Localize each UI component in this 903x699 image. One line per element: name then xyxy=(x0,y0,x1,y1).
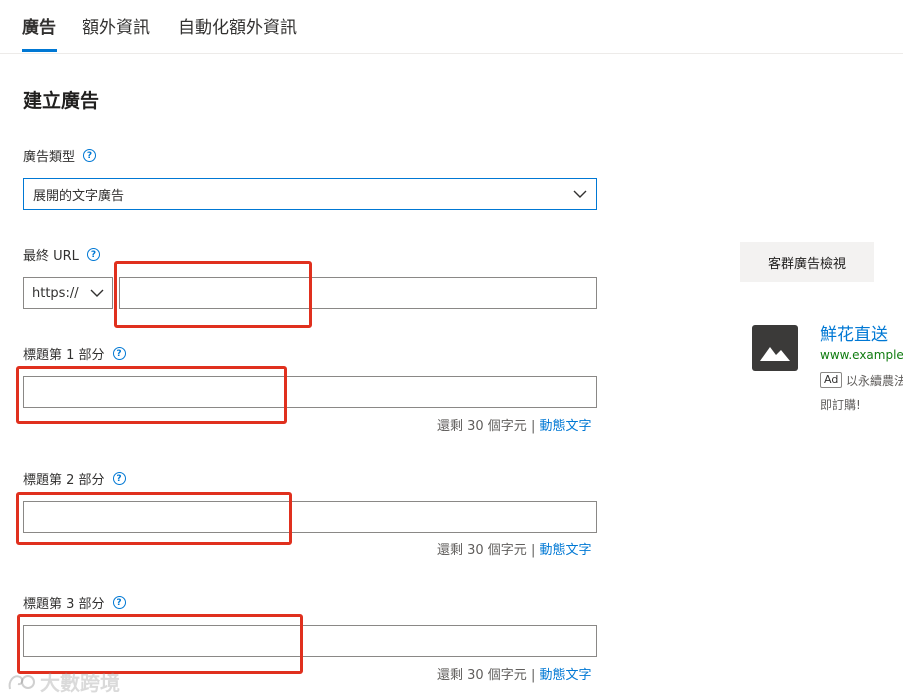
headline1-counter: 還剩 30 個字元 | 動態文字 xyxy=(437,415,592,434)
headline3-counter: 還剩 30 個字元 | 動態文字 xyxy=(437,664,592,683)
final-url-label: 最終 URL ? xyxy=(23,245,100,264)
headline1-label: 標題第 1 部分 ? xyxy=(23,344,126,363)
headline1-dynamic-text-link[interactable]: 動態文字 xyxy=(539,419,591,434)
tab-automated-extensions[interactable]: 自動化額外資訊 xyxy=(178,13,297,38)
headline3-remaining: 還剩 30 個字元 xyxy=(437,668,527,683)
headline1-remaining: 還剩 30 個字元 xyxy=(437,419,527,434)
headline2-remaining: 還剩 30 個字元 xyxy=(437,543,527,558)
question-circle-icon[interactable]: ? xyxy=(83,149,97,162)
ad-type-selected-value: 展開的文字廣告 xyxy=(33,188,125,204)
active-tab-indicator xyxy=(22,49,57,52)
ad-preview-url: www.example. xyxy=(820,348,903,362)
headline2-label-text: 標題第 2 部分 xyxy=(23,473,105,488)
headline2-input[interactable] xyxy=(23,501,597,533)
counter-separator: | xyxy=(530,668,536,683)
url-protocol-value: https:// xyxy=(32,285,79,301)
question-circle-icon[interactable]: ? xyxy=(86,248,100,261)
ad-type-label: 廣告類型 ? xyxy=(23,146,97,165)
watermark-text: 大數跨境 xyxy=(40,671,120,695)
chevron-down-icon xyxy=(573,190,587,198)
tab-ads[interactable]: 廣告 xyxy=(22,13,56,38)
headline3-dynamic-text-link[interactable]: 動態文字 xyxy=(539,668,591,683)
chevron-down-icon xyxy=(90,289,104,297)
final-url-input[interactable] xyxy=(119,277,597,309)
ad-type-select[interactable]: 展開的文字廣告 xyxy=(23,178,597,210)
url-protocol-select[interactable]: https:// xyxy=(23,277,113,309)
counter-separator: | xyxy=(530,543,536,558)
audience-ad-preview-button[interactable]: 客群廣告檢視 xyxy=(740,242,874,282)
image-placeholder-icon xyxy=(752,325,798,371)
headline1-input[interactable] xyxy=(23,376,597,408)
headline3-label: 標題第 3 部分 ? xyxy=(23,593,126,612)
headline1-label-text: 標題第 1 部分 xyxy=(23,348,105,363)
question-circle-icon[interactable]: ? xyxy=(112,472,126,485)
ad-badge: Ad xyxy=(820,372,843,388)
ad-preview-title: 鮮花直送 xyxy=(820,325,888,345)
watermark: 大數跨境 xyxy=(6,667,120,696)
final-url-label-text: 最終 URL xyxy=(23,249,79,264)
tab-bar: 廣告 額外資訊 自動化額外資訊 xyxy=(0,0,903,54)
headline2-dynamic-text-link[interactable]: 動態文字 xyxy=(539,543,591,558)
headline2-label: 標題第 2 部分 ? xyxy=(23,469,126,488)
question-circle-icon[interactable]: ? xyxy=(112,347,126,360)
counter-separator: | xyxy=(530,419,536,434)
mountain-icon xyxy=(760,347,790,361)
ad-preview-description-line2: 即訂購! xyxy=(820,398,861,412)
watermark-logo-icon xyxy=(8,674,35,689)
headline2-counter: 還剩 30 個字元 | 動態文字 xyxy=(437,539,592,558)
page-title: 建立廣告 xyxy=(23,90,100,112)
ad-type-label-text: 廣告類型 xyxy=(23,150,76,165)
question-circle-icon[interactable]: ? xyxy=(112,596,126,609)
headline3-input[interactable] xyxy=(23,625,597,657)
ad-preview-description-line1: 以永續農法 xyxy=(846,374,903,388)
tab-extensions[interactable]: 額外資訊 xyxy=(82,13,150,38)
headline3-label-text: 標題第 3 部分 xyxy=(23,597,105,612)
